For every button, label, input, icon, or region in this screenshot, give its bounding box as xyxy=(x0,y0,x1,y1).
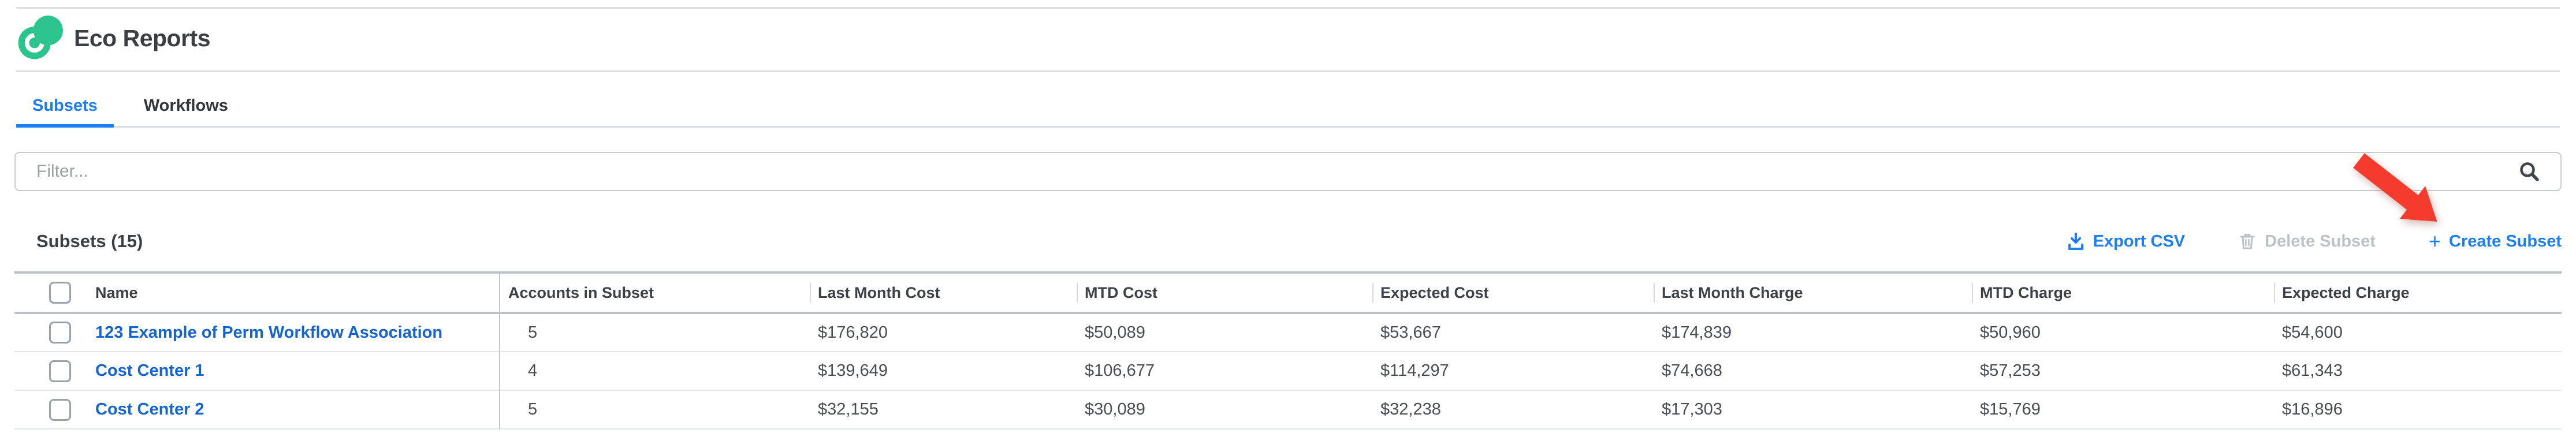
export-csv-button[interactable]: Export CSV xyxy=(2067,232,2186,251)
select-all-checkbox[interactable] xyxy=(49,282,71,304)
filter-input[interactable] xyxy=(14,152,2562,191)
select-all-cell xyxy=(14,272,81,313)
eco-reports-page: Eco Reports Subsets Workflows Subsets (1… xyxy=(0,0,2576,448)
row-checkbox-cell xyxy=(14,352,81,390)
toolbar-actions: Export CSV Delete Subset + Create Subset xyxy=(2067,231,2562,252)
top-divider xyxy=(16,7,2560,9)
table-row: 123 Example of Perm Workflow Association… xyxy=(14,313,2562,352)
column-header-expected-cost[interactable]: Expected Cost xyxy=(1372,272,1654,313)
last-month-charge-cell: $174,839 xyxy=(1654,313,1972,352)
subset-name-link[interactable]: Cost Center 2 xyxy=(95,400,204,419)
last-month-charge-cell: $17,303 xyxy=(1654,390,1972,429)
expected-cost-cell: $53,667 xyxy=(1372,313,1654,352)
delete-subset-label: Delete Subset xyxy=(2265,232,2376,251)
column-header-name[interactable]: Name xyxy=(81,272,500,313)
table-row: Cost Center 1 4 $139,649 $106,677 $114,2… xyxy=(14,352,2562,390)
subset-name-link[interactable]: 123 Example of Perm Workflow Association xyxy=(95,323,442,342)
expected-charge-cell: $16,896 xyxy=(2274,390,2562,429)
column-header-last-month-cost[interactable]: Last Month Cost xyxy=(810,272,1077,313)
column-header-accounts-in-subset[interactable]: Accounts in Subset xyxy=(500,272,810,313)
table-row: Cost Center 2 5 $32,155 $30,089 $32,238 … xyxy=(14,390,2562,429)
mtd-cost-cell: $50,089 xyxy=(1077,313,1372,352)
eco-logo-icon xyxy=(17,15,64,61)
row-checkbox[interactable] xyxy=(49,399,71,421)
accounts-in-subset-cell: 5 xyxy=(500,390,810,429)
expected-charge-cell: $54,600 xyxy=(2274,313,2562,352)
tab-subsets[interactable]: Subsets xyxy=(16,85,114,126)
subset-name-cell: Cost Center 2 xyxy=(81,390,500,429)
accounts-in-subset-cell: 5 xyxy=(500,313,810,352)
plus-icon: + xyxy=(2429,231,2441,252)
search-icon[interactable] xyxy=(2518,160,2541,183)
subsets-toolbar: Subsets (15) Export CSV Delete Subset xyxy=(14,225,2562,257)
download-icon xyxy=(2067,232,2085,251)
header-divider xyxy=(16,70,2560,72)
column-header-mtd-cost[interactable]: MTD Cost xyxy=(1077,272,1372,313)
row-checkbox-cell xyxy=(14,390,81,429)
accounts-in-subset-cell: 4 xyxy=(500,352,810,390)
row-checkbox[interactable] xyxy=(49,360,71,382)
last-month-cost-cell: $139,649 xyxy=(810,352,1077,390)
mtd-charge-cell: $57,253 xyxy=(1972,352,2274,390)
subsets-table: Name Accounts in Subset Last Month Cost … xyxy=(14,271,2562,430)
mtd-charge-cell: $50,960 xyxy=(1972,313,2274,352)
column-header-expected-charge[interactable]: Expected Charge xyxy=(2274,272,2562,313)
mtd-cost-cell: $106,677 xyxy=(1077,352,1372,390)
column-header-last-month-charge[interactable]: Last Month Charge xyxy=(1654,272,1972,313)
table-header-row: Name Accounts in Subset Last Month Cost … xyxy=(14,272,2562,313)
tab-workflows-label: Workflows xyxy=(144,96,228,115)
subset-name-cell: 123 Example of Perm Workflow Association xyxy=(81,313,500,352)
expected-charge-cell: $61,343 xyxy=(2274,352,2562,390)
column-header-mtd-charge[interactable]: MTD Charge xyxy=(1972,272,2274,313)
last-month-charge-cell: $74,668 xyxy=(1654,352,1972,390)
tab-bar: Subsets Workflows xyxy=(16,85,2560,128)
tab-subsets-label: Subsets xyxy=(32,96,98,115)
last-month-cost-cell: $176,820 xyxy=(810,313,1077,352)
export-csv-label: Export CSV xyxy=(2093,232,2186,251)
expected-cost-cell: $114,297 xyxy=(1372,352,1654,390)
filter-bar xyxy=(14,152,2562,191)
subset-name-link[interactable]: Cost Center 1 xyxy=(95,361,204,380)
tab-workflows[interactable]: Workflows xyxy=(128,85,244,126)
app-header: Eco Reports xyxy=(17,15,210,61)
trash-icon xyxy=(2238,232,2257,251)
row-checkbox[interactable] xyxy=(49,322,71,344)
create-subset-button[interactable]: + Create Subset xyxy=(2429,231,2562,252)
mtd-charge-cell: $15,769 xyxy=(1972,390,2274,429)
subset-name-cell: Cost Center 1 xyxy=(81,352,500,390)
subsets-count-heading: Subsets (15) xyxy=(36,231,143,252)
delete-subset-button[interactable]: Delete Subset xyxy=(2238,232,2376,251)
create-subset-label: Create Subset xyxy=(2449,232,2562,251)
expected-cost-cell: $32,238 xyxy=(1372,390,1654,429)
mtd-cost-cell: $30,089 xyxy=(1077,390,1372,429)
row-checkbox-cell xyxy=(14,313,81,352)
last-month-cost-cell: $32,155 xyxy=(810,390,1077,429)
page-title: Eco Reports xyxy=(74,25,210,52)
